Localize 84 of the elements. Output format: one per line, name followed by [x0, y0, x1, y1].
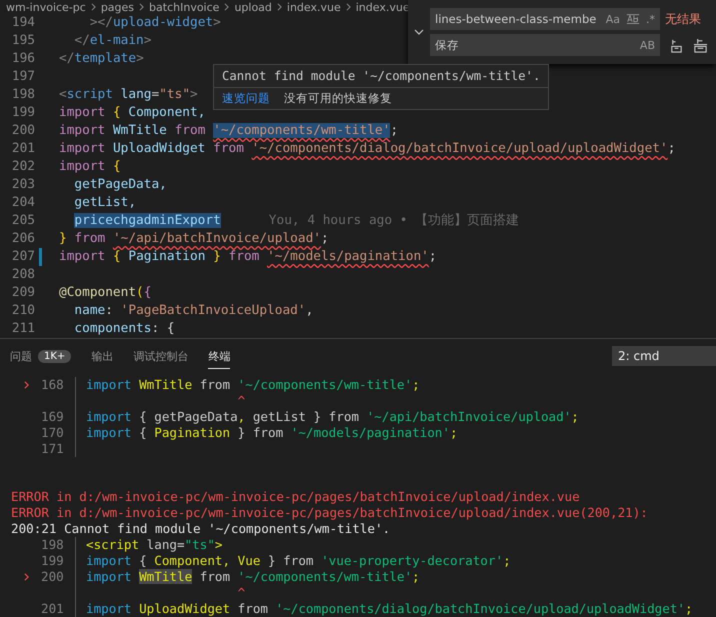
no-results-label: 无结果: [665, 10, 701, 28]
peek-problem-link[interactable]: 速览问题: [222, 91, 270, 106]
line-number: 199: [41, 553, 64, 568]
line-number: 195: [10, 32, 35, 50]
chevron-down-icon[interactable]: [414, 29, 424, 35]
code-line: @Component({: [59, 285, 152, 300]
line-number: 168: [41, 377, 64, 392]
code-line: import UploadWidget from '~/components/dialog/batchInvoice/upload/uploadWidget';: [86, 601, 693, 616]
code-line: <script lang="ts">: [86, 537, 223, 552]
breadcrumb-item[interactable]: index.vue: [356, 0, 410, 14]
error-message: Cannot find module '~/components/wm-title'.: [221, 68, 542, 85]
chevron-right-icon: [276, 3, 282, 11]
code-line: import UploadWidget from '~/components/dialog/batchInvoice/upload/uploadWidget';: [59, 141, 676, 156]
code-line: getPageData,: [73, 177, 167, 192]
line-number: 210: [10, 302, 35, 320]
replace-input[interactable]: 保存 AB: [430, 34, 660, 56]
chevron-right-icon: [90, 3, 96, 11]
code-line: import { Pagination } from '~/models/pagination';: [86, 425, 458, 440]
line-number: 207: [10, 248, 35, 266]
error-line: ERROR in d:/wm-invoice-pc/wm-invoice-pc/pages/batchInvoice/upload/index.vue: [11, 489, 580, 505]
error-line: ERROR in d:/wm-invoice-pc/wm-invoice-pc/pages/batchInvoice/upload/index.vue(200,21):: [11, 505, 648, 521]
error-message: 200:21 Cannot find module '~/components/wm-title'.: [11, 521, 390, 537]
panel-tab[interactable]: 终端: [208, 343, 230, 369]
line-number: 206: [10, 230, 35, 248]
code-line: name: 'PageBatchInvoiceUpload',: [73, 303, 314, 318]
quick-fix-note: 没有可用的快速修复: [284, 91, 392, 106]
code-line: import WmTitle from '~/components/wm-title';: [86, 569, 420, 584]
code-line: import WmTitle from '~/components/wm-title';: [59, 123, 398, 138]
line-number: 205: [10, 212, 35, 230]
line-number: 199: [10, 104, 35, 122]
line-number: 196: [10, 50, 35, 68]
line-number: 211: [10, 320, 35, 338]
line-number: 203: [10, 176, 35, 194]
breadcrumb-item[interactable]: batchInvoice: [149, 0, 220, 14]
code-line: ></upload-widget>: [88, 15, 221, 30]
count-badge: 1K+: [38, 350, 72, 363]
code-line: </el-main>: [73, 33, 152, 48]
breadcrumb-item[interactable]: pages: [100, 0, 134, 14]
code-line: <script lang="ts">: [59, 87, 198, 102]
blame-annotation: You, 4 hours ago • 【功能】页面搭建: [268, 212, 520, 230]
panel-tab[interactable]: 问题 1K+: [10, 343, 72, 369]
line-number: 202: [10, 158, 35, 176]
code-line: import { Component, Vue } from 'vue-property-decorator';: [86, 553, 511, 568]
code-line: getList,: [73, 195, 136, 210]
breadcrumb-item[interactable]: wm-invoice-pc: [6, 0, 86, 14]
line-number: 194: [10, 14, 35, 32]
code-line: import { Pagination } from '~/models/pagination';: [59, 249, 437, 264]
panel-tab[interactable]: 调试控制台: [133, 343, 188, 369]
code-line: import {: [59, 159, 121, 174]
chevron-right-icon: [224, 3, 230, 11]
line-number: 200: [41, 569, 64, 584]
panel-tab[interactable]: 输出: [91, 343, 114, 369]
error-caret: ^: [236, 393, 246, 408]
breadcrumb-item[interactable]: upload: [234, 0, 272, 14]
regex-toggle[interactable]: .*: [646, 12, 655, 26]
code-line: import { Component,: [59, 105, 206, 120]
line-number: 169: [41, 409, 64, 424]
replace-all-icon[interactable]: [693, 38, 708, 52]
match-case-toggle[interactable]: Aa: [606, 12, 620, 26]
replace-icon[interactable]: [669, 38, 684, 52]
line-number: 201: [10, 140, 35, 158]
line-number: 201: [41, 601, 64, 616]
preserve-case-toggle[interactable]: AB: [640, 38, 655, 52]
line-number: 204: [10, 194, 35, 212]
code-line: components: {: [73, 321, 175, 336]
whole-word-icon[interactable]: [626, 12, 640, 26]
line-number: 208: [10, 266, 35, 284]
line-number: 197: [10, 68, 35, 86]
chevron-right-icon: [346, 3, 351, 11]
code-line: </template>: [59, 51, 144, 66]
error-caret: ^: [236, 585, 246, 600]
line-number: 171: [41, 441, 64, 456]
code-line: } from '~/api/batchInvoice/upload';: [59, 231, 329, 246]
line-number: 200: [10, 122, 35, 140]
terminal-select[interactable]: 2: cmd: [612, 346, 716, 366]
line-number: 198: [41, 537, 64, 552]
line-number: 170: [41, 425, 64, 440]
find-input[interactable]: lines-between-class-membe Aa .*: [430, 8, 660, 30]
breadcrumb-item[interactable]: index.vue: [286, 0, 341, 14]
line-number: 209: [10, 284, 35, 302]
code-line: import WmTitle from '~/components/wm-title';: [86, 377, 420, 392]
code-line: import { getPageData, getList } from '~/api/batchInvoice/upload';: [86, 409, 579, 424]
chevron-right-icon: [139, 3, 144, 11]
line-number: 198: [10, 86, 35, 104]
